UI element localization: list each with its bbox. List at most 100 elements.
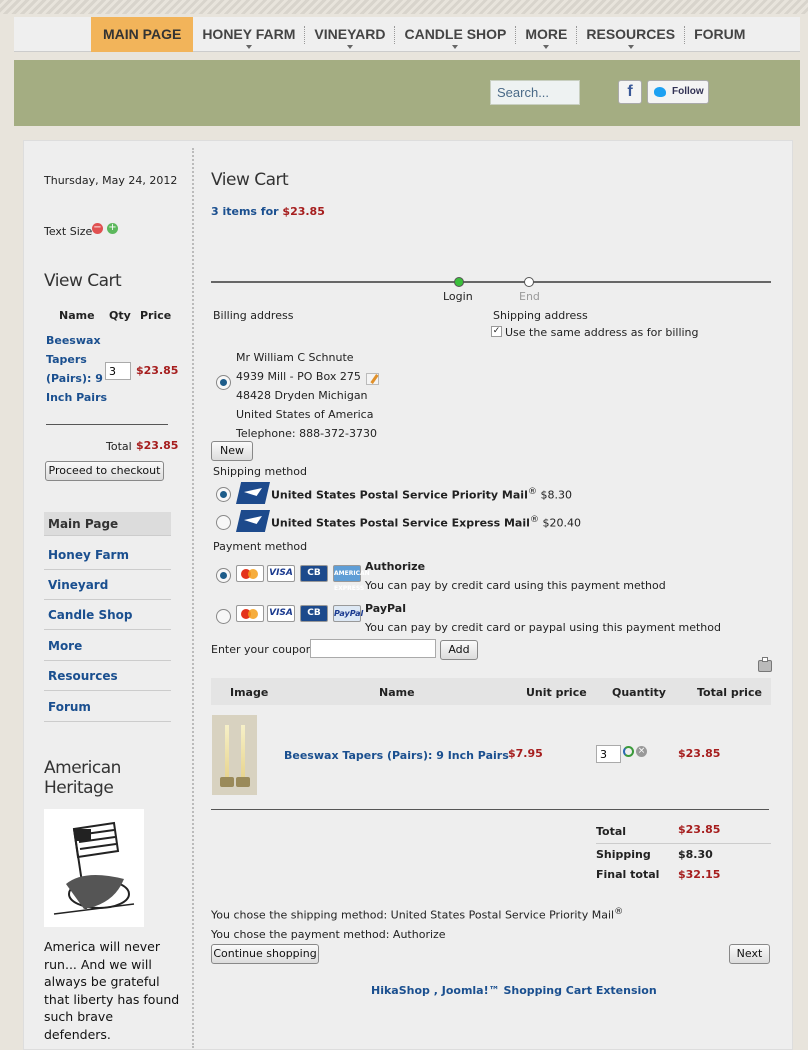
facebook-icon[interactable]: f [618,80,642,104]
page-title: View Cart [211,170,289,190]
new-address-button[interactable]: New [211,441,253,461]
nav-item-vineyard[interactable]: VINEYARD [305,17,394,52]
heritage-engraving-image [44,809,144,927]
heritage-text-line: that liberty has found [44,991,180,1007]
increase-text-icon[interactable]: + [107,223,118,234]
payment-method-label: Payment method [213,540,308,553]
print-icon[interactable] [758,657,772,672]
payment-paypal-name: PayPal [365,602,406,615]
cart-header-name: Name [59,309,95,322]
sidebar-item-main-page[interactable]: Main Page [44,512,171,536]
top-strip [0,0,808,14]
nav-label: RESOURCES [586,26,676,42]
payment-paypal-radio[interactable] [216,609,231,624]
chevron-down-icon [245,45,252,49]
coupon-input[interactable] [310,639,436,658]
cart-row-qty-input[interactable] [596,745,621,763]
sidebar-item-vineyard[interactable]: Vineyard [44,570,171,600]
shipping-value: $8.30 [678,848,713,861]
remove-icon[interactable]: × [636,746,647,757]
cart-item-name-line: Tapers [46,353,87,366]
heritage-title-line: Heritage [44,778,114,798]
proceed-to-checkout-button[interactable]: Proceed to checkout [45,461,164,481]
sidebar-cart-item-link[interactable]: Beeswax Tapers (Pairs): 9 Inch Pairs [46,331,107,407]
nav-item-candle-shop[interactable]: CANDLE SHOP [395,17,515,52]
cart-header-qty: Qty [109,309,131,322]
nav-item-resources[interactable]: RESOURCES [577,17,684,52]
divider [211,809,769,810]
heritage-quote: America will never run... And we will al… [44,938,179,1043]
chevron-down-icon [627,45,634,49]
refresh-icon[interactable] [623,746,634,757]
chevron-down-icon [543,45,550,49]
nav-item-forum[interactable]: FORUM [685,17,754,52]
edit-address-icon[interactable] [366,373,379,385]
shipping-label: Shipping [596,848,651,861]
cart-row-product-link[interactable]: Beeswax Tapers (Pairs): 9 Inch Pairs [284,749,509,762]
total-label: Total [596,825,627,838]
registered-mark: ® [614,906,624,917]
cart-summary[interactable]: 3 items for $23.85 [211,205,325,218]
mastercard-icon [236,565,264,582]
sidebar-total-value: $23.85 [136,439,179,452]
chosen-shipping-label: You chose the shipping method: United St… [211,908,615,922]
billing-address-block: Mr William C Schnute 4939 Mill - PO Box … [236,348,377,443]
shipping-express-radio[interactable] [216,515,231,530]
nav-label: HONEY FARM [202,26,296,42]
sidebar-qty-input[interactable] [105,362,131,380]
cart-summary-amount: $23.85 [282,205,325,218]
nav-item-more[interactable]: MORE [516,17,576,52]
heritage-text-line: run... And we will [44,956,152,972]
follow-label: Follow [672,86,704,97]
paypal-icon: PayPal [333,605,363,622]
cart-summary-text: 3 items for [211,205,283,218]
same-address-checkbox[interactable]: ✓ [491,326,502,337]
visa-icon: VISA [267,565,295,582]
payment-paypal-desc: You can pay by credit card or paypal usi… [365,621,721,634]
sidebar-item-honey-farm[interactable]: Honey Farm [44,540,171,570]
registered-mark: ® [527,486,537,497]
continue-shopping-button[interactable]: Continue shopping [211,944,319,964]
shipping-address-label: Shipping address [493,309,588,322]
chosen-shipping-text: You chose the shipping method: United St… [211,906,623,922]
sidebar-item-more[interactable]: More [44,631,171,661]
nav-item-honey-farm[interactable]: HONEY FARM [193,17,304,52]
decrease-text-icon[interactable]: − [92,223,103,234]
nav-item-main-page[interactable]: MAIN PAGE [91,17,194,52]
billing-address-label: Billing address [213,309,294,322]
main-nav: MAIN PAGE HONEY FARM VINEYARD CANDLE SHO… [14,17,800,52]
step-end-dot [524,277,534,287]
nav-label: CANDLE SHOP [404,26,507,42]
final-total-label: Final total [596,868,660,881]
billing-address-radio[interactable] [216,375,231,390]
usps-logo-icon [236,510,270,532]
shipping-priority-radio[interactable] [216,487,231,502]
next-button[interactable]: Next [729,944,770,964]
sidebar-item-candle-shop[interactable]: Candle Shop [44,600,171,630]
usps-logo-icon [236,482,270,504]
visa-icon: VISA [267,605,295,622]
heritage-text-line: defenders. [44,1026,111,1042]
registered-mark: ® [529,514,540,525]
cart-table-header [211,678,771,705]
cart-row-total-price: $23.85 [678,747,721,760]
col-header-unit-price: Unit price [526,686,587,699]
cart-item-name-line: Inch Pairs [46,391,108,404]
sidebar-date: Thursday, May 24, 2012 [44,174,178,187]
search-input[interactable]: Search... [490,80,580,105]
col-header-quantity: Quantity [612,686,666,699]
nav-label: MORE [525,26,568,42]
payment-authorize-radio[interactable] [216,568,231,583]
chevron-down-icon [452,45,459,49]
footer-link[interactable]: HikaShop , Joomla!™ Shopping Cart Extens… [371,984,657,997]
sidebar-item-resources[interactable]: Resources [44,661,171,691]
product-thumbnail[interactable] [212,715,257,795]
twitter-follow-button[interactable]: Follow [647,80,709,104]
address-line: 4939 Mill - PO Box 275 [236,370,361,383]
heritage-title-line: American [44,758,121,778]
sidebar-item-forum[interactable]: Forum [44,692,171,722]
sidebar-cart-item-price: $23.85 [136,364,179,377]
cb-card-icon: CB [300,605,328,622]
shipping-option-name: United States Postal Service Express Mai… [271,516,530,530]
add-coupon-button[interactable]: Add [440,640,478,660]
